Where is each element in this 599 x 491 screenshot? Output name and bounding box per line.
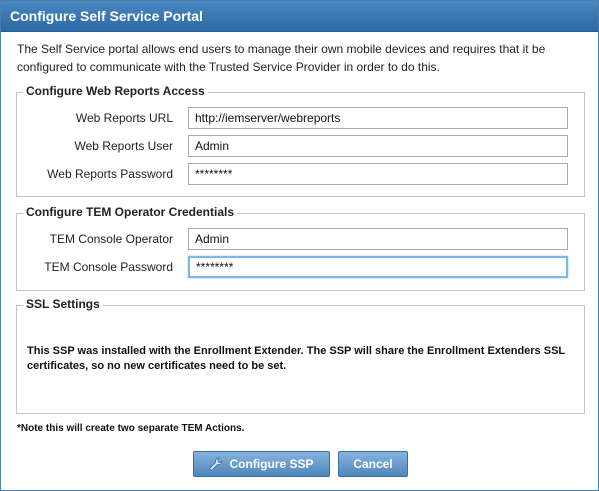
web-reports-user-input[interactable] [188,135,568,157]
dialog-title: Configure Self Service Portal [10,8,203,24]
web-reports-user-label: Web Reports User [74,139,173,153]
intro-text: The Self Service portal allows end users… [17,42,546,74]
actions-note: *Note this will create two separate TEM … [17,423,245,434]
ssl-settings-legend: SSL Settings [23,297,103,311]
tem-console-operator-input[interactable] [188,228,568,250]
ssl-message: This SSP was installed with the Enrollme… [27,345,565,372]
web-reports-password-input[interactable] [188,163,568,185]
web-reports-url-label: Web Reports URL [75,111,173,125]
web-reports-group: Configure Web Reports Access Web Reports… [16,84,585,197]
web-reports-legend: Configure Web Reports Access [23,84,208,98]
configure-ssp-button[interactable]: Configure SSP [193,451,330,477]
configure-ssp-label: Configure SSP [229,457,314,471]
configure-ssp-dialog: Configure Self Service Portal The Self S… [0,0,599,491]
tem-console-password-input[interactable] [188,256,568,278]
tem-operator-group: Configure TEM Operator Credentials TEM C… [16,205,585,291]
web-reports-password-label: Web Reports Password [47,167,173,181]
tem-operator-legend: Configure TEM Operator Credentials [23,205,238,219]
web-reports-url-input[interactable] [188,107,568,129]
dialog-titlebar[interactable]: Configure Self Service Portal [1,1,598,32]
tem-console-operator-label: TEM Console Operator [49,232,173,246]
cancel-label: Cancel [353,457,393,471]
cancel-button[interactable]: Cancel [338,451,408,477]
wrench-icon [210,457,223,471]
ssl-settings-group: SSL Settings This SSP was installed with… [16,297,585,414]
tem-console-password-label: TEM Console Password [44,260,173,274]
